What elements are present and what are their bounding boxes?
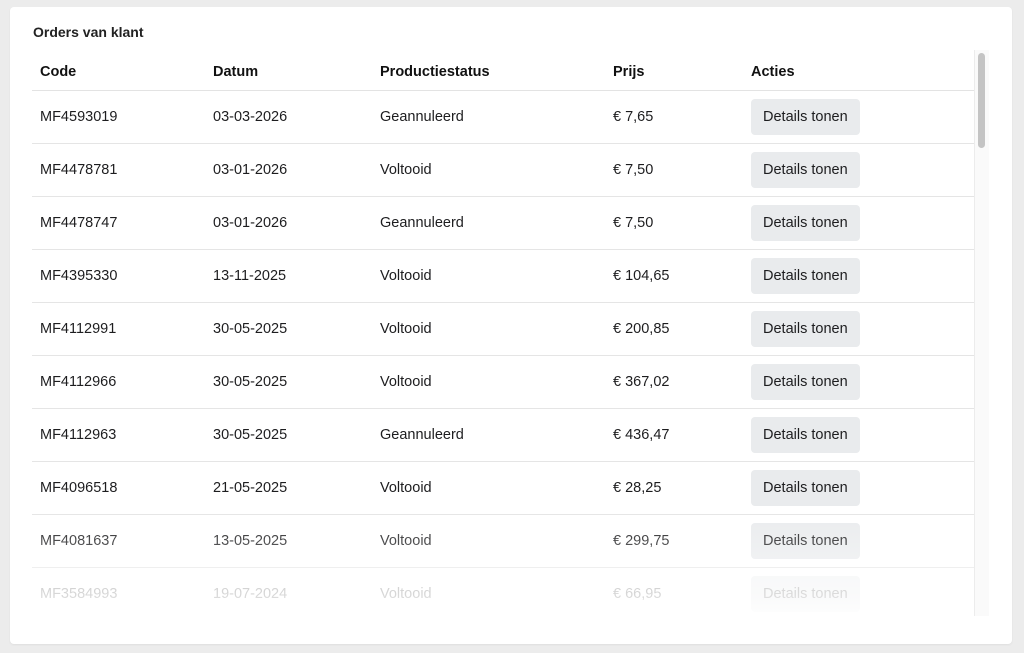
order-price: € 436,47 [605, 408, 743, 462]
order-actions-cell: Details tonen [743, 567, 975, 614]
order-date: 13-05-2025 [205, 514, 372, 568]
order-status: Geannuleerd [372, 408, 605, 462]
table-row: MF4593019 03-03-2026 Geannuleerd € 7,65 … [32, 90, 975, 144]
show-details-button[interactable]: Details tonen [751, 258, 860, 294]
show-details-button[interactable]: Details tonen [751, 205, 860, 241]
order-date: 30-05-2025 [205, 355, 372, 409]
column-header-date: Datum [205, 54, 372, 91]
order-price: € 7,50 [605, 143, 743, 197]
table-row: MF4081637 13-05-2025 Voltooid € 299,75 D… [32, 514, 975, 568]
order-status: Voltooid [372, 355, 605, 409]
order-status: Voltooid [372, 302, 605, 356]
order-code: MF4081637 [32, 514, 205, 568]
show-details-button[interactable]: Details tonen [751, 576, 860, 612]
panel-title: Orders van klant [33, 24, 144, 40]
show-details-button[interactable]: Details tonen [751, 523, 860, 559]
order-date: 03-01-2026 [205, 143, 372, 197]
order-date: 03-01-2026 [205, 196, 372, 250]
order-code: MF3584993 [32, 567, 205, 614]
order-actions-cell: Details tonen [743, 408, 975, 462]
order-price: € 66,95 [605, 567, 743, 614]
order-code: MF4112966 [32, 355, 205, 409]
order-date: 03-03-2026 [205, 90, 372, 144]
order-status: Voltooid [372, 249, 605, 303]
show-details-button[interactable]: Details tonen [751, 311, 860, 347]
order-code: MF4395330 [32, 249, 205, 303]
order-status: Voltooid [372, 143, 605, 197]
order-actions-cell: Details tonen [743, 143, 975, 197]
table-header-row: Code Datum Productiestatus Prijs Acties [32, 54, 975, 91]
order-actions-cell: Details tonen [743, 90, 975, 144]
order-date: 13-11-2025 [205, 249, 372, 303]
order-actions-cell: Details tonen [743, 514, 975, 568]
orders-table: Code Datum Productiestatus Prijs Acties … [32, 54, 975, 614]
table-row: MF4478747 03-01-2026 Geannuleerd € 7,50 … [32, 196, 975, 250]
order-price: € 7,50 [605, 196, 743, 250]
order-code: MF4478781 [32, 143, 205, 197]
order-code: MF4478747 [32, 196, 205, 250]
order-price: € 7,65 [605, 90, 743, 144]
order-actions-cell: Details tonen [743, 196, 975, 250]
order-status: Geannuleerd [372, 196, 605, 250]
order-code: MF4593019 [32, 90, 205, 144]
column-header-price: Prijs [605, 54, 743, 91]
order-status: Voltooid [372, 514, 605, 568]
order-date: 30-05-2025 [205, 408, 372, 462]
order-code: MF4112991 [32, 302, 205, 356]
column-header-code: Code [32, 54, 205, 91]
order-code: MF4112963 [32, 408, 205, 462]
order-date: 30-05-2025 [205, 302, 372, 356]
order-status: Voltooid [372, 567, 605, 614]
show-details-button[interactable]: Details tonen [751, 364, 860, 400]
table-row: MF4112963 30-05-2025 Geannuleerd € 436,4… [32, 408, 975, 462]
column-header-actions: Acties [743, 54, 975, 91]
column-header-status: Productiestatus [372, 54, 605, 91]
order-price: € 367,02 [605, 355, 743, 409]
order-price: € 299,75 [605, 514, 743, 568]
vertical-scrollbar[interactable] [974, 50, 989, 616]
order-date: 21-05-2025 [205, 461, 372, 515]
table-row: MF3584993 19-07-2024 Voltooid € 66,95 De… [32, 567, 975, 614]
orders-table-container: Code Datum Productiestatus Prijs Acties … [32, 54, 975, 614]
table-row: MF4096518 21-05-2025 Voltooid € 28,25 De… [32, 461, 975, 515]
scrollbar-thumb[interactable] [978, 53, 985, 148]
order-status: Geannuleerd [372, 90, 605, 144]
order-actions-cell: Details tonen [743, 302, 975, 356]
table-row: MF4112991 30-05-2025 Voltooid € 200,85 D… [32, 302, 975, 356]
order-actions-cell: Details tonen [743, 461, 975, 515]
show-details-button[interactable]: Details tonen [751, 99, 860, 135]
order-price: € 200,85 [605, 302, 743, 356]
show-details-button[interactable]: Details tonen [751, 152, 860, 188]
order-code: MF4096518 [32, 461, 205, 515]
table-row: MF4478781 03-01-2026 Voltooid € 7,50 Det… [32, 143, 975, 197]
order-status: Voltooid [372, 461, 605, 515]
order-price: € 104,65 [605, 249, 743, 303]
orders-panel: Orders van klant Code Datum Productiesta… [10, 7, 1012, 644]
table-row: MF4395330 13-11-2025 Voltooid € 104,65 D… [32, 249, 975, 303]
order-date: 19-07-2024 [205, 567, 372, 614]
order-actions-cell: Details tonen [743, 355, 975, 409]
order-price: € 28,25 [605, 461, 743, 515]
table-row: MF4112966 30-05-2025 Voltooid € 367,02 D… [32, 355, 975, 409]
show-details-button[interactable]: Details tonen [751, 417, 860, 453]
show-details-button[interactable]: Details tonen [751, 470, 860, 506]
order-actions-cell: Details tonen [743, 249, 975, 303]
